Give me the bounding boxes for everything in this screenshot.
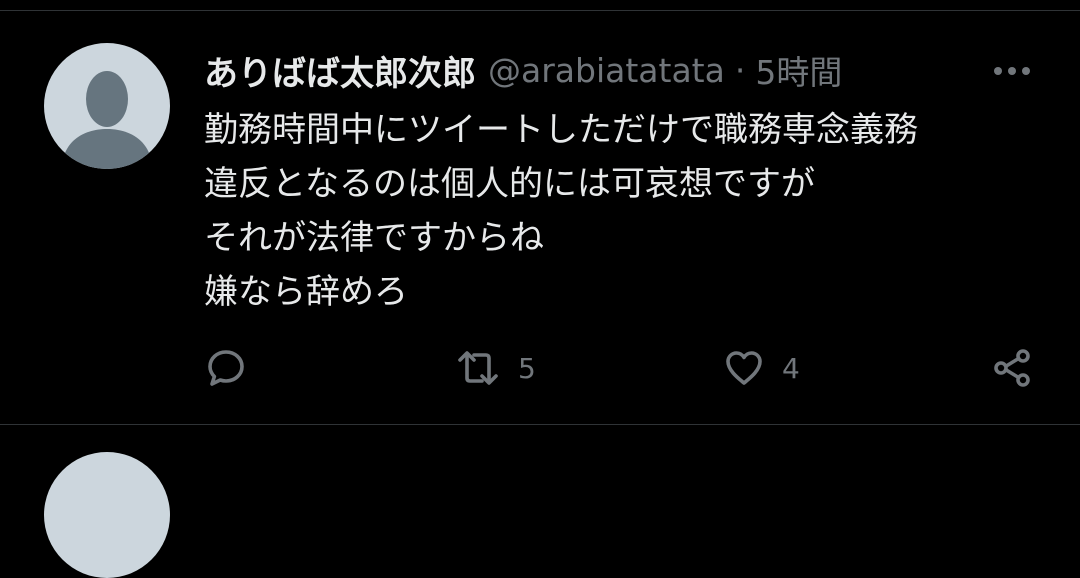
tweet-text-line: それが法律ですからね [204, 218, 544, 258]
heart-icon [726, 351, 762, 385]
tweet-header: ありばば太郎次郎 @arabiatatata · 5時間 [204, 45, 842, 95]
like-button[interactable]: 4 [722, 345, 800, 391]
more-options-icon[interactable] [990, 61, 1034, 81]
default-avatar-icon [62, 71, 152, 169]
tweet-text-line: 嫌なら辞めろ [204, 272, 408, 312]
tweet-text-line: 勤務時間中にツイートしただけで職務専念義務 [204, 110, 918, 150]
retweet-icon [458, 351, 498, 385]
retweet-count: 5 [518, 351, 536, 385]
separator-dot: · [734, 50, 746, 90]
display-name[interactable]: ありばば太郎次郎 [204, 46, 476, 95]
user-handle[interactable]: @arabiatatata [488, 51, 725, 90]
like-count: 4 [782, 351, 800, 385]
next-tweet-avatar[interactable] [44, 452, 170, 578]
tweet[interactable]: ありばば太郎次郎 @arabiatatata · 5時間 勤務時間中にツイートし… [0, 11, 1080, 424]
bottom-divider [0, 424, 1080, 425]
tweet-text: 勤務時間中にツイートしただけで職務専念義務 違反となるのは個人的には可哀想ですが… [204, 103, 1044, 319]
retweet-button[interactable]: 5 [454, 345, 536, 391]
tweet-text-line: 違反となるのは個人的には可哀想ですが [204, 164, 815, 204]
reply-icon [208, 350, 244, 386]
timestamp[interactable]: 5時間 [755, 46, 842, 94]
reply-button[interactable] [204, 345, 248, 391]
avatar[interactable] [44, 43, 170, 169]
share-button[interactable] [990, 345, 1034, 391]
share-icon [994, 349, 1030, 387]
